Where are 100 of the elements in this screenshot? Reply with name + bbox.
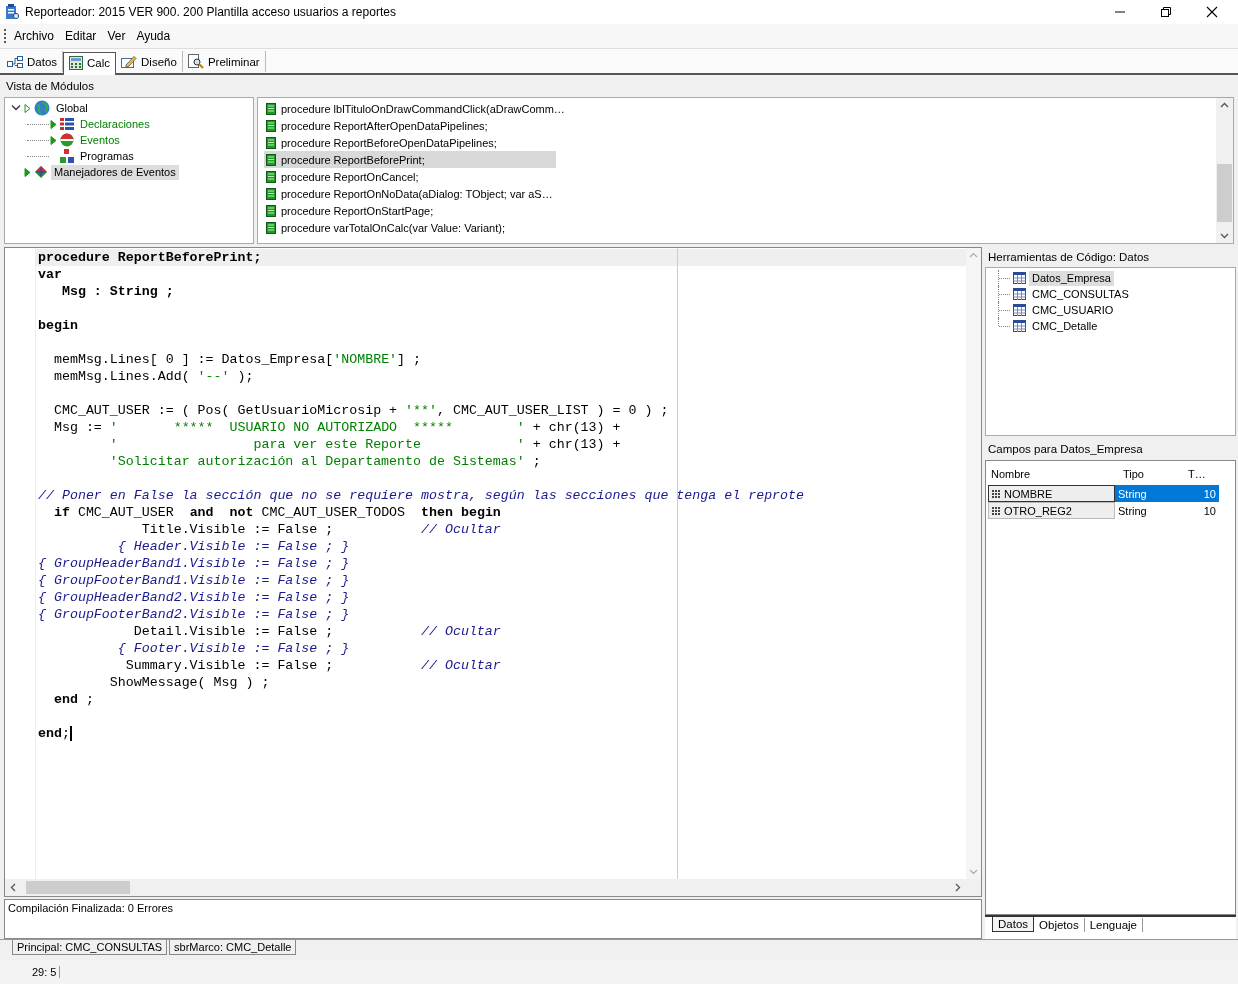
code-line: CMC_AUT_USER := ( Pos( GetUsuarioMicrosip + '**', CMC_AUT_USER_LIST ) = 0 ) ; — [52, 402, 669, 419]
column-header[interactable]: T… — [1185, 463, 1219, 486]
table-cell: 10 — [1185, 485, 1219, 503]
code-line: memMsg.Lines[ 0 ] := Datos_Empresa['NOMBRE'] ; — [52, 351, 422, 368]
table-icon — [1013, 320, 1026, 332]
drag-handle-icon — [992, 506, 1000, 515]
document-icon — [266, 221, 276, 234]
code-line: { Header.Visible := False ; } — [116, 538, 350, 555]
code-line: var — [38, 266, 62, 283]
code-line: Msg : String ; — [60, 283, 174, 300]
table-cell[interactable]: NOMBRE — [988, 485, 1115, 503]
table-icon — [1013, 288, 1026, 300]
code-line: memMsg.Lines.Add( '--' ); — [52, 368, 254, 385]
document-icon — [266, 119, 276, 132]
cursor-position: 29: 5 — [32, 966, 61, 978]
diamond-icon — [34, 165, 48, 179]
code-editor[interactable] — [4, 247, 982, 897]
table-cell-text: 10 — [1202, 503, 1217, 519]
app-icon — [5, 4, 19, 20]
horizontal-scrollbar[interactable] — [5, 879, 981, 896]
table-icon — [1013, 304, 1026, 316]
code-line: { Footer.Visible := False ; } — [116, 640, 350, 657]
panel-tab[interactable]: Datos — [992, 917, 1035, 933]
code-line: Detail.Visible := False ; // Ocultar — [132, 623, 501, 640]
code-line: ' para ver este Reporte ' + chr(13) + — [108, 436, 621, 453]
code-line: { GroupHeaderBand1.Visible := False ; } — [38, 555, 350, 572]
menu-item[interactable]: Ayuda — [136, 29, 171, 43]
code-line: Summary.Visible := False ; // Ocultar — [124, 657, 501, 674]
document-icon — [266, 204, 276, 217]
code-line: Msg := ' ***** USUARIO NO AUTORIZADO ***** ' + chr(13) + — [52, 419, 621, 436]
procedure-item[interactable]: procedure varTotalOnCalc(var Value: Variant); — [264, 219, 556, 236]
table-cell: String — [1115, 485, 1185, 503]
magnifier-icon — [187, 54, 204, 69]
table-cell-text: String — [1117, 503, 1148, 519]
code-line: end ; — [52, 691, 94, 708]
document-icon — [266, 187, 276, 200]
procedure-item[interactable]: procedure ReportOnNoData(aDialog: TObject; var aS… — [264, 185, 557, 202]
code-line: { GroupFooterBand2.Visible := False ; } — [38, 606, 350, 623]
panel-tab[interactable]: Lenguaje — [1084, 918, 1143, 933]
expand-arrow-icon[interactable] — [50, 135, 57, 145]
toolbar-tab[interactable]: Calc — [63, 52, 117, 75]
panel-label: Vista de Módulos — [5, 79, 95, 94]
procedure-item[interactable]: procedure ReportOnStartPage; — [264, 202, 556, 219]
column-header[interactable]: Tipo — [1115, 463, 1185, 486]
document-icon — [266, 102, 276, 115]
vertical-scrollbar[interactable] — [1216, 98, 1233, 243]
tree-item[interactable]: Eventos — [77, 132, 123, 148]
toolbar-tab[interactable]: Preliminar — [182, 51, 266, 72]
scroll-up-icon[interactable] — [1220, 102, 1229, 108]
drag-handle-icon — [992, 489, 1000, 498]
tree-item[interactable]: Declaraciones — [77, 116, 153, 132]
panel-tab[interactable]: Objetos — [1034, 918, 1085, 933]
tree-item[interactable]: Programas — [77, 148, 137, 164]
panel-label: Herramientas de Código: Datos — [987, 250, 1151, 265]
document-icon — [266, 136, 276, 149]
table-cell[interactable]: OTRO_REG2 — [988, 502, 1115, 520]
document-icon — [266, 170, 276, 183]
document-tab[interactable]: Principal: CMC_CONSULTAS — [12, 940, 168, 955]
expand-arrow-icon[interactable] — [50, 119, 57, 129]
expand-arrow-icon[interactable] — [24, 167, 31, 177]
table-item[interactable]: CMC_Detalle — [1029, 318, 1101, 334]
menu-item[interactable]: Editar — [65, 29, 97, 43]
procedure-item[interactable]: procedure ReportAfterOpenDataPipelines; — [264, 117, 556, 134]
code-line: Title.Visible := False ; // Ocultar — [140, 521, 501, 538]
menu-item[interactable]: Archivo — [14, 29, 54, 43]
code-line: { GroupFooterBand1.Visible := False ; } — [38, 572, 350, 589]
panel-label: Campos para Datos_Empresa — [987, 442, 1144, 458]
procedure-item[interactable]: procedure ReportBeforePrint; — [264, 151, 556, 168]
scroll-down-icon[interactable] — [1220, 233, 1229, 239]
document-tab[interactable]: sbrMarco: CMC_Detalle — [169, 940, 297, 955]
restore-icon[interactable] — [1160, 6, 1172, 18]
scroll-right-icon[interactable] — [955, 883, 961, 892]
table-item[interactable]: CMC_CONSULTAS — [1029, 286, 1132, 302]
close-icon[interactable] — [1206, 6, 1218, 18]
procedure-item[interactable]: procedure ReportOnCancel; — [264, 168, 556, 185]
code-line: procedure ReportBeforePrint; — [38, 249, 262, 266]
message-text: Compilación Finalizada: 0 Errores — [8, 902, 175, 914]
menu-item[interactable]: Ver — [107, 29, 126, 43]
code-line: // Poner en False la sección que no se requiere mostra, según las secciones que tenga el reprote — [38, 487, 805, 504]
window-title: Reporteador: 2015 VER 900. 200 Plantilla acceso usuarios a reportes — [25, 5, 396, 19]
scroll-left-icon[interactable] — [10, 883, 16, 892]
table-item[interactable]: CMC_USUARIO — [1029, 302, 1117, 318]
circle-icon — [60, 133, 74, 147]
scrollbar-thumb[interactable] — [1217, 164, 1232, 222]
diagram-icon — [7, 54, 23, 69]
blocks-icon — [60, 149, 74, 163]
procedure-item[interactable]: procedure ReportBeforeOpenDataPipelines; — [264, 134, 556, 151]
tree-item[interactable]: Global — [53, 100, 91, 116]
code-line: ShowMessage( Msg ) ; — [108, 674, 270, 691]
scrollbar-thumb[interactable] — [26, 881, 130, 894]
code-line: if CMC_AUT_USER and not CMC_AUT_USER_TODOS then begin — [52, 504, 501, 521]
table-item[interactable]: Datos_Empresa — [1029, 270, 1114, 286]
procedure-item[interactable]: procedure lblTituloOnDrawCommandClick(aDrawComm… — [264, 100, 569, 117]
code-line: 'Solicitar autorización al Departamento de Sistemas' ; — [108, 453, 541, 470]
table-icon — [1013, 272, 1026, 284]
column-header[interactable]: Nombre — [988, 463, 1115, 486]
toolbar-tab[interactable]: Diseño — [116, 51, 183, 72]
code-line: { GroupHeaderBand2.Visible := False ; } — [38, 589, 350, 606]
tree-item[interactable]: Manejadores de Eventos — [51, 164, 179, 180]
calculator-icon — [69, 56, 84, 70]
